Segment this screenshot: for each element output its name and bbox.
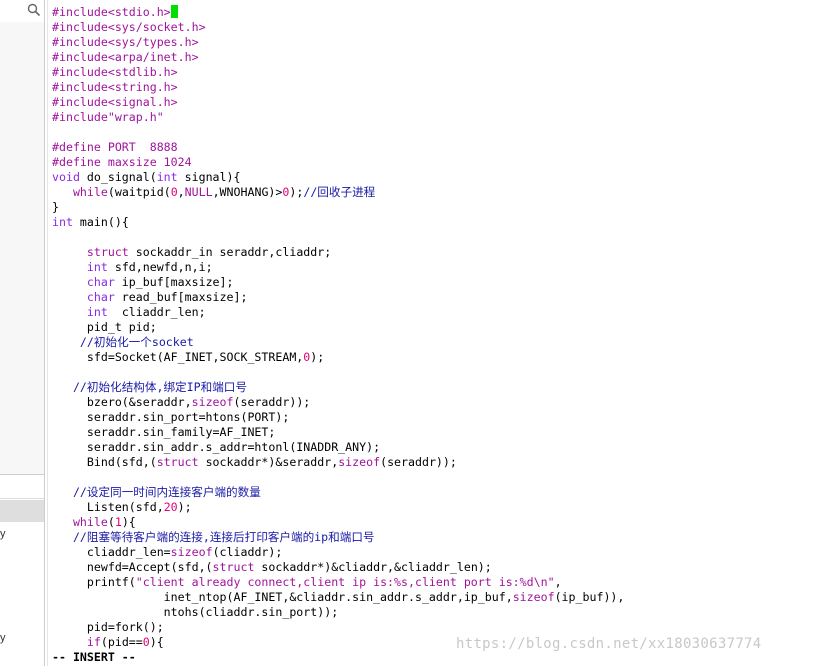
code-line[interactable]: #include<stdlib.h> xyxy=(52,65,812,80)
code-line[interactable]: } xyxy=(52,200,812,215)
code-editor[interactable]: #include<stdio.h> #include<sys/socket.h> #… xyxy=(52,5,812,650)
code-line[interactable]: //初始化一个socket xyxy=(52,335,812,350)
code-line[interactable]: cliaddr_len=sizeof(cliaddr); xyxy=(52,545,812,560)
code-line[interactable]: #define PORT 8888 xyxy=(52,140,812,155)
code-line[interactable]: struct sockaddr_in seraddr,cliaddr; xyxy=(52,245,812,260)
file-tree[interactable] xyxy=(0,22,44,475)
lower-panel: y y xyxy=(0,476,44,666)
code-line[interactable]: #include<string.h> xyxy=(52,80,812,95)
code-line[interactable] xyxy=(52,365,812,380)
code-line[interactable]: pid_t pid; xyxy=(52,320,812,335)
code-line[interactable]: #include<arpa/inet.h> xyxy=(52,50,812,65)
code-line[interactable]: newfd=Accept(sfd,(struct sockaddr*)&clia… xyxy=(52,560,812,575)
code-line[interactable]: seraddr.sin_port=htons(PORT); xyxy=(52,410,812,425)
code-line[interactable]: int sfd,newfd,n,i; xyxy=(52,260,812,275)
code-line[interactable]: bzero(&seraddr,sizeof(seraddr)); xyxy=(52,395,812,410)
code-line[interactable]: ntohs(cliaddr.sin_port)); xyxy=(52,605,812,620)
code-line[interactable]: #define maxsize 1024 xyxy=(52,155,812,170)
code-line[interactable] xyxy=(52,230,812,245)
code-line[interactable]: sfd=Socket(AF_INET,SOCK_STREAM,0); xyxy=(52,350,812,365)
code-line[interactable]: void do_signal(int signal){ xyxy=(52,170,812,185)
code-line[interactable]: //设定同一时间内连接客户端的数量 xyxy=(52,485,812,500)
code-line[interactable] xyxy=(52,125,812,140)
search-box[interactable] xyxy=(0,2,44,23)
code-line[interactable]: inet_ntop(AF_INET,&cliaddr.sin_addr.s_ad… xyxy=(52,590,812,605)
code-line[interactable]: int main(){ xyxy=(52,215,812,230)
code-line[interactable]: seraddr.sin_addr.s_addr=htonl(INADDR_ANY… xyxy=(52,440,812,455)
code-line[interactable]: Bind(sfd,(struct sockaddr*)&seraddr,size… xyxy=(52,455,812,470)
lower-panel-item-text[interactable]: y xyxy=(0,632,6,644)
lower-panel-item-text[interactable]: y xyxy=(0,528,6,540)
file-explorer-panel: y y xyxy=(0,0,45,666)
code-line[interactable] xyxy=(52,470,812,485)
lower-panel-selected-item[interactable] xyxy=(0,500,44,522)
code-line[interactable]: while(1){ xyxy=(52,515,812,530)
watermark-text: https://blog.csdn.net/xx18030637774 xyxy=(456,636,762,652)
code-line[interactable]: seraddr.sin_family=AF_INET; xyxy=(52,425,812,440)
code-line[interactable]: Listen(sfd,20); xyxy=(52,500,812,515)
code-line[interactable]: //初始化结构体,绑定IP和端口号 xyxy=(52,380,812,395)
lower-panel-header xyxy=(0,476,44,499)
search-icon[interactable] xyxy=(27,3,41,17)
code-line[interactable]: char ip_buf[maxsize]; xyxy=(52,275,812,290)
code-line[interactable]: pid=fork(); xyxy=(52,620,812,635)
gutter-divider xyxy=(47,0,48,666)
text-cursor xyxy=(170,5,178,18)
code-line[interactable]: #include"wrap.h" xyxy=(52,110,812,125)
code-line[interactable]: char read_buf[maxsize]; xyxy=(52,290,812,305)
code-line[interactable]: //阻塞等待客户端的连接,连接后打印客户端的ip和端口号 xyxy=(52,530,812,545)
code-line[interactable]: #include<sys/types.h> xyxy=(52,35,812,50)
code-line[interactable]: #include<signal.h> xyxy=(52,95,812,110)
vim-mode-indicator: -- INSERT -- xyxy=(52,650,136,664)
code-line[interactable]: #include<stdio.h> xyxy=(52,5,812,20)
code-line[interactable]: int cliaddr_len; xyxy=(52,305,812,320)
code-line[interactable]: printf("client already connect,client ip… xyxy=(52,575,812,590)
code-line[interactable]: while(waitpid(0,NULL,WNOHANG)>0);//回收子进程 xyxy=(52,185,812,200)
code-line[interactable]: #include<sys/socket.h> xyxy=(52,20,812,35)
